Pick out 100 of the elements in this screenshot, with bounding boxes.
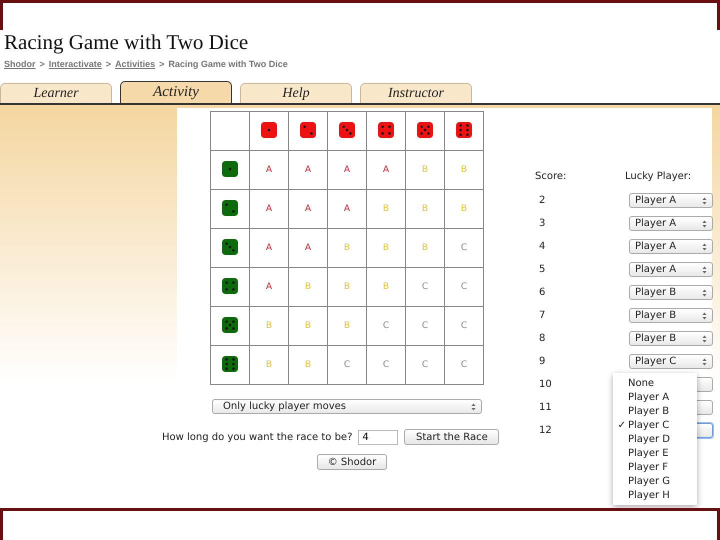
player-letter: A [304, 204, 312, 214]
player-letter: C [382, 321, 390, 331]
score-label: 12 [538, 425, 553, 436]
player-letter: C [460, 360, 468, 370]
player-letter: C [460, 321, 468, 331]
menu-option[interactable]: Player G [613, 474, 697, 488]
lucky-player-select[interactable]: Player A [629, 193, 713, 208]
race-length-prompt: How long do you want the race to be? [162, 432, 352, 442]
player-letter: A [344, 204, 350, 214]
stepper-icon [702, 220, 707, 228]
menu-option[interactable]: None [613, 376, 697, 390]
player-letter: B [382, 204, 390, 214]
player-letter: C [382, 360, 390, 370]
player-letter: B [344, 321, 350, 331]
player-letter: A [266, 204, 272, 214]
player-letter: A [266, 165, 272, 175]
breadcrumb-separator: > [159, 59, 164, 69]
menu-option[interactable]: Player D [613, 432, 697, 446]
score-label: 7 [538, 310, 546, 321]
player-letter: B [382, 282, 390, 292]
page-title: Racing Game with Two Dice [3, 30, 250, 54]
die-icon [456, 122, 472, 138]
score-label: 2 [538, 195, 546, 206]
lucky-player-select[interactable]: Player A [629, 262, 713, 277]
score-header: Score: [535, 170, 568, 182]
player-letter: C [460, 282, 468, 292]
lucky-player-select[interactable]: Player B [629, 331, 713, 346]
race-length-field[interactable]: 4 [358, 430, 398, 444]
stepper-icon [702, 242, 707, 250]
player-letter: B [304, 360, 312, 370]
breadcrumb-current: Racing Game with Two Dice [168, 59, 288, 69]
lucky-player-header: Lucky Player: [625, 170, 692, 182]
player-letter: B [422, 165, 428, 175]
player-letter: B [266, 360, 272, 370]
breadcrumb-separator: > [106, 59, 112, 69]
menu-option[interactable]: Player H [613, 488, 697, 502]
player-letter: B [266, 321, 272, 331]
die-icon [300, 122, 316, 138]
die-icon [261, 122, 277, 138]
tab[interactable]: Help [240, 83, 352, 103]
player-letter: B [422, 204, 428, 214]
player-letter: A [304, 165, 312, 175]
player-letter: B [344, 243, 350, 253]
die-icon [222, 200, 238, 216]
breadcrumb-link[interactable]: Interactivate [48, 59, 102, 69]
stepper-icon [702, 196, 707, 204]
score-label: 8 [538, 333, 546, 344]
player-letter: B [382, 243, 390, 253]
player-letter: C [422, 321, 428, 331]
score-label: 3 [538, 218, 546, 229]
menu-option[interactable]: Player A [613, 390, 697, 404]
lucky-player-select[interactable]: Player B [629, 285, 713, 300]
player-letter: C [422, 282, 428, 292]
stepper-icon [471, 402, 476, 410]
die-icon [339, 122, 355, 138]
player-letter: A [304, 243, 312, 253]
die-icon [378, 122, 394, 138]
score-label: 11 [538, 402, 553, 413]
score-label: 10 [538, 379, 553, 390]
score-label: 5 [538, 264, 546, 275]
player-letter: B [460, 165, 468, 175]
menu-option[interactable]: Player F [613, 460, 697, 474]
menu-option[interactable]: Player B [613, 404, 697, 418]
lucky-player-select[interactable]: Player C [629, 354, 713, 369]
shodor-button[interactable]: © Shodor [316, 454, 388, 470]
die-icon [222, 278, 238, 294]
player-letter: C [344, 360, 350, 370]
lucky-player-select[interactable]: Player A [629, 239, 713, 254]
tab[interactable]: Learner [0, 83, 112, 103]
player-letter: C [460, 243, 468, 253]
lucky-player-select[interactable]: Player A [629, 216, 713, 231]
menu-option[interactable]: Player E [613, 446, 697, 460]
player-letter: A [266, 282, 272, 292]
lucky-player-select[interactable]: Player B [629, 308, 713, 323]
stepper-icon [702, 288, 707, 296]
player-letter: C [422, 360, 428, 370]
mode-select[interactable]: Only lucky player moves [212, 399, 482, 414]
stepper-icon [702, 266, 707, 274]
score-label: 4 [538, 241, 546, 252]
player-letter: A [382, 165, 390, 175]
die-icon [417, 122, 433, 138]
menu-option[interactable]: ✓ Player C [613, 418, 697, 432]
breadcrumb-link[interactable]: Activities [115, 59, 156, 69]
player-letter: A [266, 243, 272, 253]
die-icon [222, 160, 238, 176]
die-icon [222, 356, 238, 372]
player-letter: A [344, 165, 350, 175]
player-letter: B [304, 282, 312, 292]
start-button[interactable]: Start the Race [404, 429, 500, 445]
tab[interactable]: Instructor [360, 83, 472, 103]
check-mark: ✓ [618, 420, 626, 430]
breadcrumb-link[interactable]: Shodor [4, 59, 36, 69]
breadcrumb-separator: > [40, 59, 45, 69]
score-label: 6 [538, 287, 546, 298]
stepper-icon [702, 358, 707, 366]
stepper-icon [702, 334, 707, 342]
stepper-icon [702, 312, 707, 320]
player-letter: B [422, 243, 428, 253]
tab[interactable]: Activity [120, 81, 232, 103]
player-letter: B [344, 282, 350, 292]
